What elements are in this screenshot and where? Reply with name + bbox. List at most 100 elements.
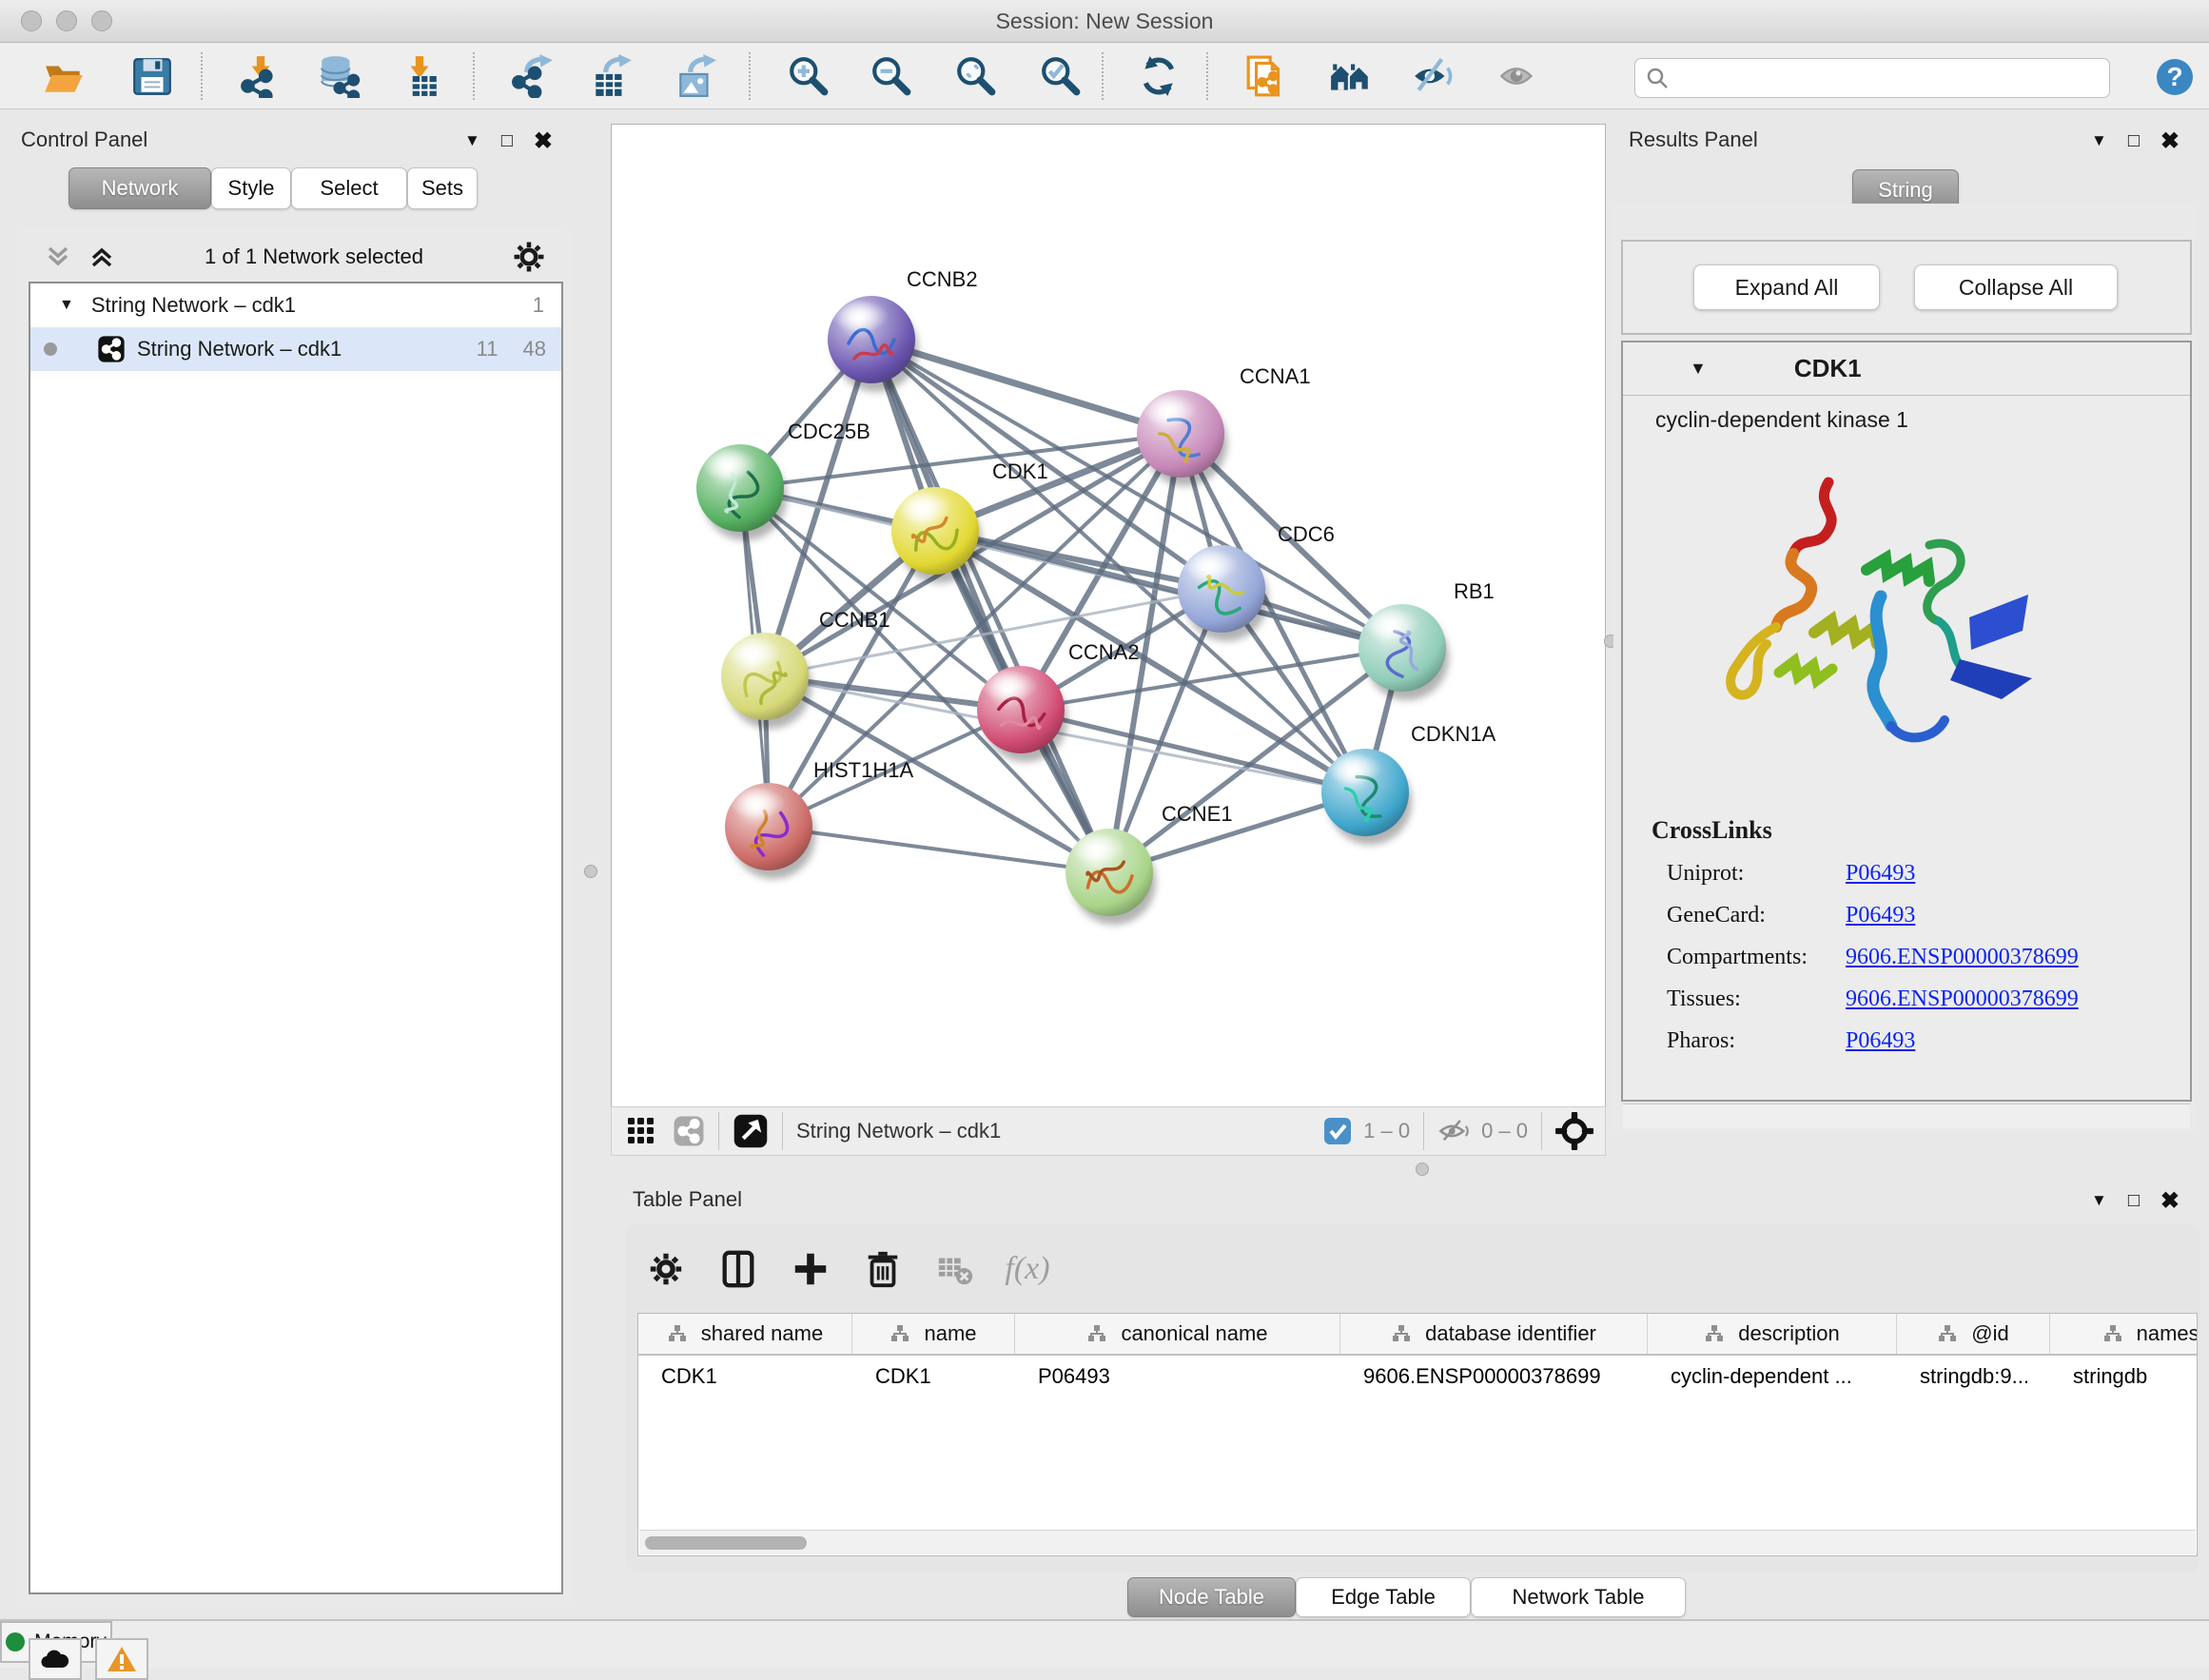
panel-close-icon[interactable]: ✖ xyxy=(2160,1187,2180,1215)
network-node-CDKN1A[interactable] xyxy=(1321,749,1412,845)
network-share-icon[interactable] xyxy=(673,1115,705,1147)
control-panel-controls[interactable]: ▼ □ ✖ xyxy=(464,124,553,158)
tree-expand-icon[interactable]: ▼ xyxy=(59,297,74,314)
crosslink-link[interactable]: P06493 xyxy=(1846,1028,1915,1054)
table-hscrollbar-track[interactable] xyxy=(639,1530,2196,1554)
toolbar-search-field[interactable] xyxy=(1634,58,2110,98)
import-table-file-button[interactable] xyxy=(391,49,446,103)
network-node-CCNB2[interactable] xyxy=(828,296,918,392)
zoom-fit-icon xyxy=(954,54,998,98)
bottom-splitter-handle[interactable] xyxy=(1416,1162,1429,1176)
birdseye-view-icon[interactable] xyxy=(733,1113,769,1149)
results-panel-controls[interactable]: ▼ □ ✖ xyxy=(2091,124,2180,158)
hide-selected-button[interactable] xyxy=(1406,49,1461,103)
column-header-shared-name[interactable]: shared name xyxy=(638,1314,852,1354)
open-file-button[interactable] xyxy=(36,49,91,103)
panel-close-icon[interactable]: ✖ xyxy=(2160,127,2180,155)
tab-network-table[interactable]: Network Table xyxy=(1471,1577,1686,1617)
column-header--id[interactable]: @id xyxy=(1897,1314,2050,1354)
node-table[interactable]: shared name name canonical name database… xyxy=(637,1313,2198,1556)
plus-icon xyxy=(791,1249,831,1289)
results-scrollbar-track[interactable] xyxy=(1623,1104,2190,1128)
tab-edge-table[interactable]: Edge Table xyxy=(1296,1577,1471,1617)
export-network-button[interactable] xyxy=(505,49,560,103)
tab-network[interactable]: Network xyxy=(68,167,211,209)
import-table-icon xyxy=(397,54,440,98)
automation-cloud-button[interactable] xyxy=(29,1638,82,1680)
help-button[interactable]: ? xyxy=(2152,54,2198,100)
left-splitter-handle[interactable] xyxy=(584,865,597,878)
memory-status-dot xyxy=(6,1632,25,1651)
export-image-button[interactable] xyxy=(669,49,724,103)
tab-node-table[interactable]: Node Table xyxy=(1127,1577,1296,1617)
column-header-namespace[interactable]: namespace xyxy=(2050,1314,2198,1354)
panel-menu-icon[interactable]: ▼ xyxy=(464,131,480,150)
zoom-selected-button[interactable] xyxy=(1033,49,1088,103)
card-collapse-icon[interactable]: ▼ xyxy=(1690,359,1707,379)
panel-close-icon[interactable]: ✖ xyxy=(534,127,553,155)
warnings-button[interactable] xyxy=(95,1638,148,1680)
tab-style[interactable]: Style xyxy=(211,167,291,209)
crosslink-link[interactable]: P06493 xyxy=(1846,861,1915,887)
table-hscrollbar-thumb[interactable] xyxy=(645,1536,807,1550)
crosslink-link[interactable]: P06493 xyxy=(1846,903,1915,928)
collapse-all-icon[interactable] xyxy=(42,243,74,271)
grid-view-icon[interactable] xyxy=(627,1117,655,1145)
show-columns-button[interactable] xyxy=(712,1242,765,1296)
save-session-button[interactable] xyxy=(125,49,180,103)
network-selected-status: 1 of 1 Network selected xyxy=(118,244,510,269)
expand-all-button[interactable]: Expand All xyxy=(1693,264,1880,310)
panel-float-icon[interactable]: □ xyxy=(501,130,513,152)
save-floppy-icon xyxy=(130,54,174,98)
panel-menu-icon[interactable]: ▼ xyxy=(2091,131,2107,150)
table-row[interactable]: CDK1CDK1P064939606.ENSP00000378699cyclin… xyxy=(638,1356,2197,1397)
show-all-button[interactable] xyxy=(1491,49,1546,103)
zoom-fit-button[interactable] xyxy=(948,49,1004,103)
refresh-view-button[interactable] xyxy=(1131,49,1186,103)
node-label-CDC6: CDC6 xyxy=(1278,522,1335,546)
export-table-button[interactable] xyxy=(584,49,639,103)
create-views-button[interactable] xyxy=(1323,49,1378,103)
panel-float-icon[interactable]: □ xyxy=(2128,1190,2140,1212)
delete-column-button[interactable] xyxy=(856,1242,909,1296)
network-collection-row[interactable]: ▼ String Network – cdk1 1 xyxy=(30,283,561,327)
import-network-file-button[interactable] xyxy=(232,49,287,103)
crosslink-link[interactable]: 9606.ENSP00000378699 xyxy=(1846,945,2079,970)
selected-checkbox-icon[interactable] xyxy=(1323,1117,1352,1145)
collapse-all-button[interactable]: Collapse All xyxy=(1914,264,2118,310)
network-options-gear-icon[interactable] xyxy=(510,238,548,276)
table-settings-button[interactable] xyxy=(639,1242,693,1296)
network-node-CCNA1[interactable] xyxy=(1137,390,1227,486)
network-node-RB1[interactable] xyxy=(1359,604,1449,700)
network-node-CDC6[interactable] xyxy=(1178,545,1268,641)
zoom-in-button[interactable] xyxy=(781,49,836,103)
network-node-CCNE1[interactable] xyxy=(1065,829,1156,925)
table-panel-controls[interactable]: ▼ □ ✖ xyxy=(2091,1183,2180,1218)
houses-icon xyxy=(1329,54,1373,98)
column-header-description[interactable]: description xyxy=(1648,1314,1897,1354)
network-row[interactable]: String Network – cdk1 11 48 xyxy=(30,327,561,371)
crosslink-link[interactable]: 9606.ENSP00000378699 xyxy=(1846,987,2079,1012)
column-tree-icon xyxy=(1704,1323,1725,1344)
panel-float-icon[interactable]: □ xyxy=(2128,130,2140,152)
zoom-out-button[interactable] xyxy=(864,49,919,103)
network-node-CDC25B[interactable] xyxy=(696,444,787,540)
import-network-database-button[interactable] xyxy=(312,49,367,103)
search-input[interactable] xyxy=(1677,67,2086,89)
column-header-name[interactable]: name xyxy=(852,1314,1015,1354)
table-header-row[interactable]: shared name name canonical name database… xyxy=(638,1314,2197,1356)
column-header-database-identifier[interactable]: database identifier xyxy=(1340,1314,1648,1354)
network-view-canvas[interactable]: CCNB2 CCNA1 CDC25B xyxy=(611,124,1606,1106)
first-neighbors-button[interactable] xyxy=(1239,49,1294,103)
expand-all-icon[interactable] xyxy=(86,243,118,271)
create-column-button[interactable] xyxy=(784,1242,837,1296)
panel-menu-icon[interactable]: ▼ xyxy=(2091,1191,2107,1210)
network-node-CDK1[interactable] xyxy=(891,487,982,583)
network-edge[interactable] xyxy=(871,340,1109,872)
column-header-canonical-name[interactable]: canonical name xyxy=(1015,1314,1340,1354)
tab-select[interactable]: Select xyxy=(291,167,407,209)
network-edge[interactable] xyxy=(871,340,1181,434)
tab-sets[interactable]: Sets xyxy=(407,167,478,209)
navigator-crosshair-icon[interactable] xyxy=(1555,1112,1593,1150)
network-edge[interactable] xyxy=(769,827,1109,872)
